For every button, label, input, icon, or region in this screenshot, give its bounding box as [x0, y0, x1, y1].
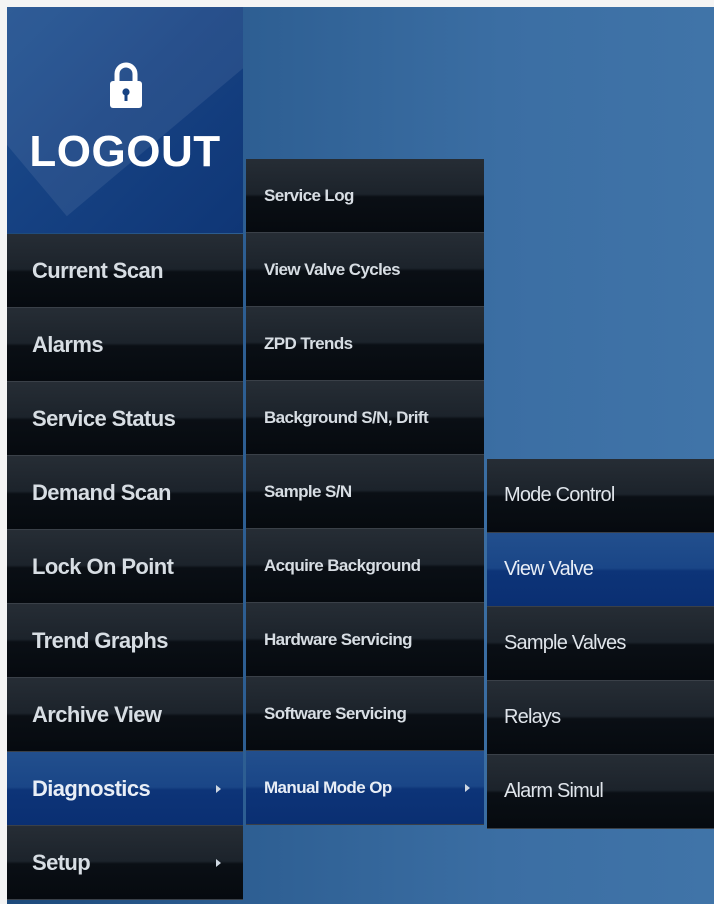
- menu-item-alarms[interactable]: Alarms: [7, 308, 243, 382]
- submenu-item-label: Software Servicing: [264, 703, 407, 723]
- menu-item-current-scan[interactable]: Current Scan: [7, 234, 243, 308]
- menu-item-trend-graphs[interactable]: Trend Graphs: [7, 604, 243, 678]
- submenu-item-label: ZPD Trends: [264, 333, 353, 353]
- submenu-item-manual-mode-op[interactable]: Manual Mode Op: [246, 751, 484, 825]
- diagnostics-screen: LOGOUT Current Scan Alarms Service Statu…: [7, 7, 714, 904]
- submenu-item-label: Hardware Servicing: [264, 629, 413, 649]
- submenu-item-label: Acquire Background: [264, 555, 421, 575]
- menu-item-demand-scan[interactable]: Demand Scan: [7, 456, 243, 530]
- manual-mode-submenu: Mode Control View Valve Sample Valves Re…: [487, 459, 714, 829]
- menu-item-diagnostics[interactable]: Diagnostics: [7, 752, 243, 826]
- submenu-item-label: Service Log: [264, 185, 354, 205]
- submenu-item-label: Relays: [504, 706, 561, 728]
- submenu-item-label: Alarm Simul: [504, 780, 604, 802]
- submenu-item-view-valve-cycles[interactable]: View Valve Cycles: [246, 233, 484, 307]
- submenu-item-zpd-trends[interactable]: ZPD Trends: [246, 307, 484, 381]
- submenu-item-label: Manual Mode Op: [264, 777, 392, 797]
- menu-item-archive-view[interactable]: Archive View: [7, 678, 243, 752]
- menu-item-label: Alarms: [32, 331, 104, 357]
- menu-item-label: Service Status: [32, 405, 176, 431]
- submenu-item-view-valve[interactable]: View Valve: [487, 533, 714, 607]
- menu-item-label: Archive View: [32, 701, 162, 727]
- lock-icon: [110, 62, 142, 108]
- submenu-item-sample-valves[interactable]: Sample Valves: [487, 607, 714, 681]
- submenu-item-software-servicing[interactable]: Software Servicing: [246, 677, 484, 751]
- menu-item-label: Demand Scan: [32, 479, 172, 505]
- submenu-item-relays[interactable]: Relays: [487, 681, 714, 755]
- submenu-item-label: View Valve: [504, 558, 594, 580]
- menu-item-label: Current Scan: [32, 257, 164, 283]
- submenu-item-label: Sample Valves: [504, 632, 626, 654]
- submenu-item-label: Mode Control: [504, 484, 615, 506]
- submenu-item-sample-sn[interactable]: Sample S/N: [246, 455, 484, 529]
- submenu-item-label: Sample S/N: [264, 481, 352, 501]
- submenu-item-service-log[interactable]: Service Log: [246, 159, 484, 233]
- menu-item-service-status[interactable]: Service Status: [7, 382, 243, 456]
- submenu-item-label: Background S/N, Drift: [264, 407, 429, 427]
- menu-item-lock-on-point[interactable]: Lock On Point: [7, 530, 243, 604]
- submenu-item-acquire-background[interactable]: Acquire Background: [246, 529, 484, 603]
- submenu-arrow-icon: [465, 783, 470, 792]
- menu-item-label: Setup: [32, 849, 91, 875]
- submenu-item-alarm-simul[interactable]: Alarm Simul: [487, 755, 714, 829]
- submenu-arrow-icon: [216, 858, 221, 867]
- logout-button[interactable]: LOGOUT: [7, 7, 243, 233]
- main-menu: Current Scan Alarms Service Status Deman…: [7, 234, 243, 900]
- submenu-item-background-sn-drift[interactable]: Background S/N, Drift: [246, 381, 484, 455]
- submenu-item-mode-control[interactable]: Mode Control: [487, 459, 714, 533]
- submenu-item-label: View Valve Cycles: [264, 259, 401, 279]
- menu-item-label: Trend Graphs: [32, 627, 168, 653]
- diagnostics-submenu: Service Log View Valve Cycles ZPD Trends…: [246, 159, 484, 825]
- submenu-arrow-icon: [216, 784, 221, 793]
- menu-item-label: Diagnostics: [32, 775, 151, 801]
- menu-item-setup[interactable]: Setup: [7, 826, 243, 900]
- logout-label: LOGOUT: [29, 127, 221, 176]
- submenu-item-hardware-servicing[interactable]: Hardware Servicing: [246, 603, 484, 677]
- menu-item-label: Lock On Point: [32, 553, 174, 579]
